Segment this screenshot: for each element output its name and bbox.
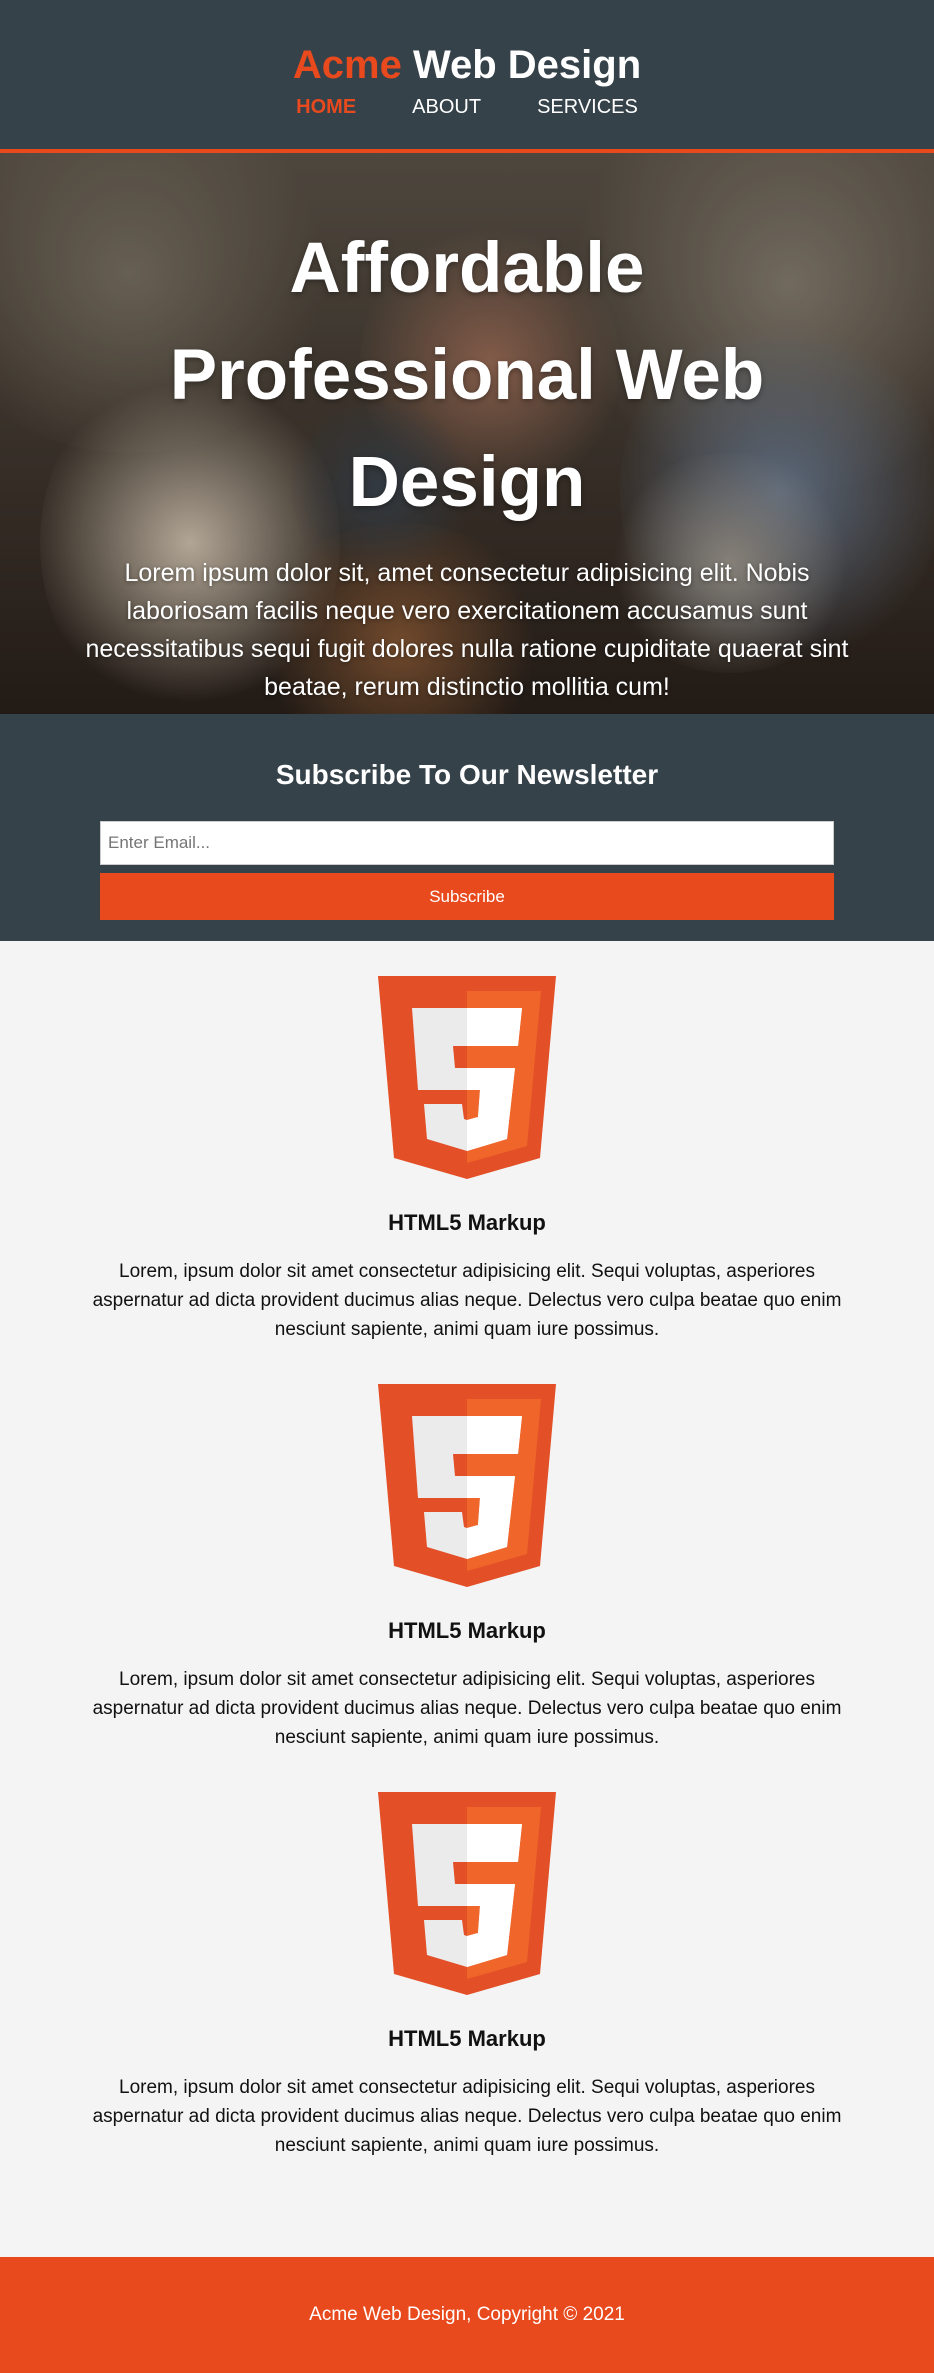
feature-box: HTML5 Markup Lorem, ipsum dolor sit amet… (0, 1384, 934, 1792)
hero-showcase: Affordable Professional Web Design Lorem… (0, 153, 934, 714)
brand-name: Web Design (401, 43, 642, 87)
site-header: Acme Web Design HOME ABOUT SERVICES (0, 0, 934, 153)
hero-content: Affordable Professional Web Design Lorem… (0, 153, 934, 706)
feature-text: Lorem, ipsum dolor sit amet consectetur … (92, 1669, 842, 1748)
nav-link-services[interactable]: SERVICES (509, 93, 666, 121)
hero-title: Affordable Professional Web Design (169, 229, 765, 522)
newsletter-section: Subscribe To Our Newsletter Subscribe (0, 714, 934, 941)
feature-title: HTML5 Markup (388, 1618, 546, 1643)
feature-title: HTML5 Markup (388, 2026, 546, 2051)
features-section: HTML5 Markup Lorem, ipsum dolor sit amet… (0, 941, 934, 2257)
hero-text: Lorem ipsum dolor sit, amet consectetur … (85, 559, 849, 701)
feature-title: HTML5 Markup (388, 1210, 546, 1235)
feature-box: HTML5 Markup Lorem, ipsum dolor sit amet… (0, 1792, 934, 2200)
site-footer: Acme Web Design, Copyright © 2021 (0, 2257, 934, 2373)
newsletter-form: Subscribe (100, 821, 834, 920)
footer-copyright: Acme Web Design, Copyright © 2021 (309, 2304, 625, 2325)
html5-logo-icon (378, 976, 556, 1179)
feature-text: Lorem, ipsum dolor sit amet consectetur … (92, 2077, 842, 2156)
feature-text: Lorem, ipsum dolor sit amet consectetur … (92, 1261, 842, 1340)
brand-logo[interactable]: Acme Web Design (0, 42, 934, 88)
email-input[interactable] (100, 821, 834, 865)
brand-accent: Acme (292, 43, 402, 87)
main-nav: HOME ABOUT SERVICES (0, 93, 934, 121)
html5-logo-icon (378, 1792, 556, 1995)
feature-box: HTML5 Markup Lorem, ipsum dolor sit amet… (0, 976, 934, 1384)
nav-link-home[interactable]: HOME (268, 93, 384, 121)
newsletter-title: Subscribe To Our Newsletter (275, 759, 659, 790)
html5-logo-icon (378, 1384, 556, 1587)
nav-link-about[interactable]: ABOUT (384, 93, 509, 121)
subscribe-button[interactable]: Subscribe (100, 873, 834, 920)
